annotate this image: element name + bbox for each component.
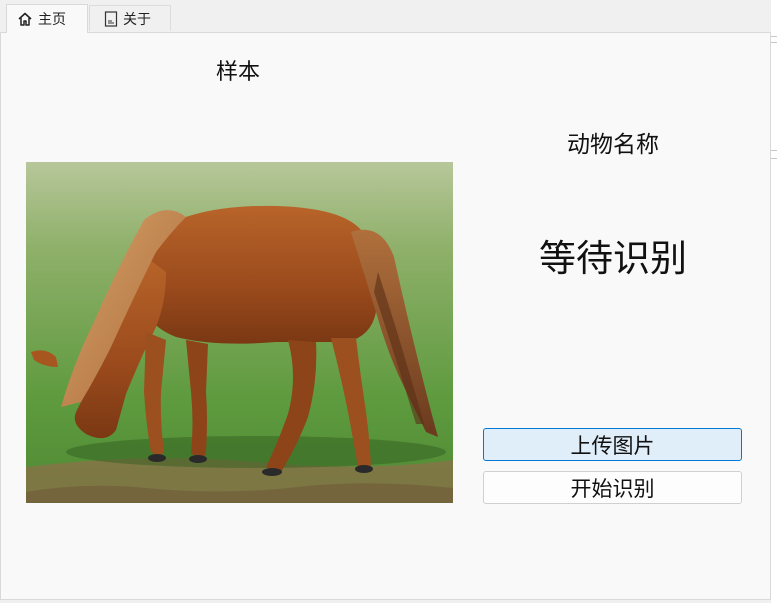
window-edge bbox=[771, 0, 777, 603]
tab-home[interactable]: 主页 bbox=[6, 4, 88, 33]
sample-label: 样本 bbox=[215, 60, 260, 85]
horse-photo bbox=[26, 162, 453, 503]
recognition-result: 等待识别 bbox=[539, 237, 687, 280]
home-icon bbox=[17, 11, 33, 27]
document-icon bbox=[104, 10, 118, 27]
animal-name-label: 动物名称 bbox=[567, 132, 659, 158]
tab-about-label: 关于 bbox=[123, 11, 151, 28]
tab-home-label: 主页 bbox=[38, 12, 66, 28]
tab-about[interactable]: 关于 bbox=[89, 5, 171, 31]
app-window: 主页 关于 样本 动物名称 等待识别 上传图片 开始识别 bbox=[0, 0, 771, 601]
start-recognition-button[interactable]: 开始识别 bbox=[483, 471, 742, 504]
tab-bar: 主页 关于 bbox=[0, 0, 771, 33]
upload-image-button[interactable]: 上传图片 bbox=[483, 428, 742, 461]
